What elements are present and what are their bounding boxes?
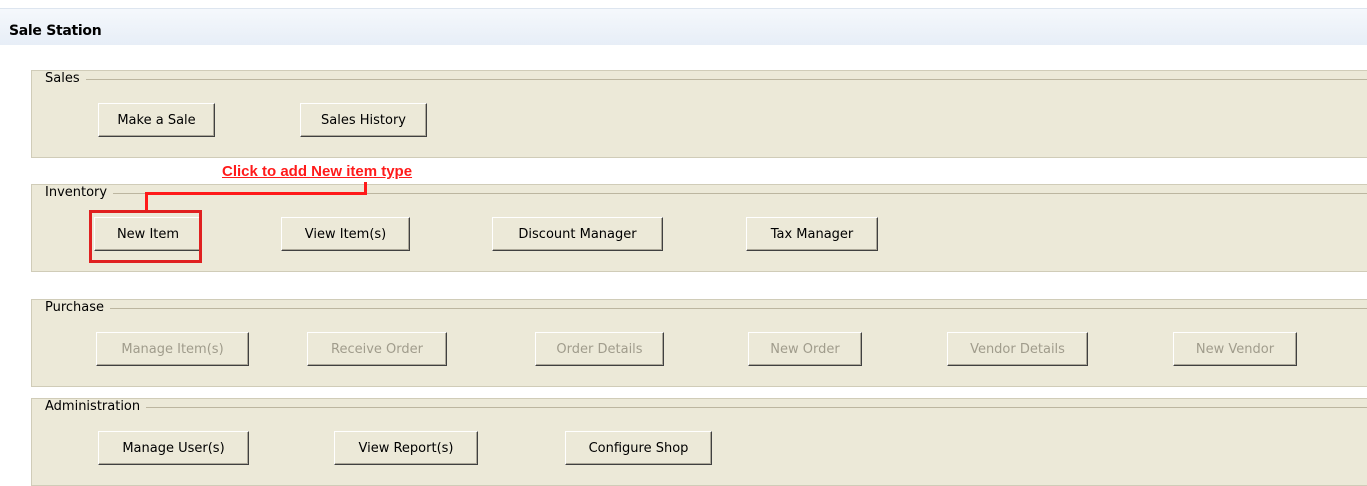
vendor-details-button: Vendor Details	[947, 332, 1088, 366]
order-details-button: Order Details	[535, 332, 664, 366]
purchase-group: Purchase Manage Item(s) Receive Order Or…	[31, 299, 1367, 387]
discount-manager-button[interactable]: Discount Manager	[492, 217, 663, 251]
inventory-group: Inventory New Item View Item(s) Discount…	[31, 184, 1367, 272]
annotation-line-vertical-right	[364, 182, 367, 194]
new-item-highlight	[89, 210, 202, 263]
new-order-button: New Order	[748, 332, 862, 366]
sales-group-label: Sales	[39, 71, 86, 87]
manage-users-button[interactable]: Manage User(s)	[98, 431, 249, 465]
purchase-group-label: Purchase	[39, 300, 111, 316]
annotation-line-vertical-left	[145, 192, 148, 211]
inventory-group-label: Inventory	[39, 185, 114, 201]
receive-order-button: Receive Order	[307, 332, 447, 366]
annotation-line-horizontal	[145, 192, 367, 195]
sales-history-button[interactable]: Sales History	[300, 103, 427, 137]
manage-items-button: Manage Item(s)	[96, 332, 249, 366]
tax-manager-button[interactable]: Tax Manager	[746, 217, 878, 251]
administration-group: Administration Manage User(s) View Repor…	[31, 398, 1367, 486]
view-reports-button[interactable]: View Report(s)	[334, 431, 478, 465]
administration-group-label: Administration	[39, 399, 147, 415]
title-bar: Sale Station	[0, 8, 1367, 45]
page-title: Sale Station	[9, 23, 102, 39]
configure-shop-button[interactable]: Configure Shop	[565, 431, 712, 465]
annotation-label: Click to add New item type	[222, 163, 413, 180]
make-a-sale-button[interactable]: Make a Sale	[98, 103, 215, 137]
new-vendor-button: New Vendor	[1173, 332, 1297, 366]
sales-group: Sales Make a Sale Sales History	[31, 70, 1367, 158]
view-items-button[interactable]: View Item(s)	[281, 217, 410, 251]
